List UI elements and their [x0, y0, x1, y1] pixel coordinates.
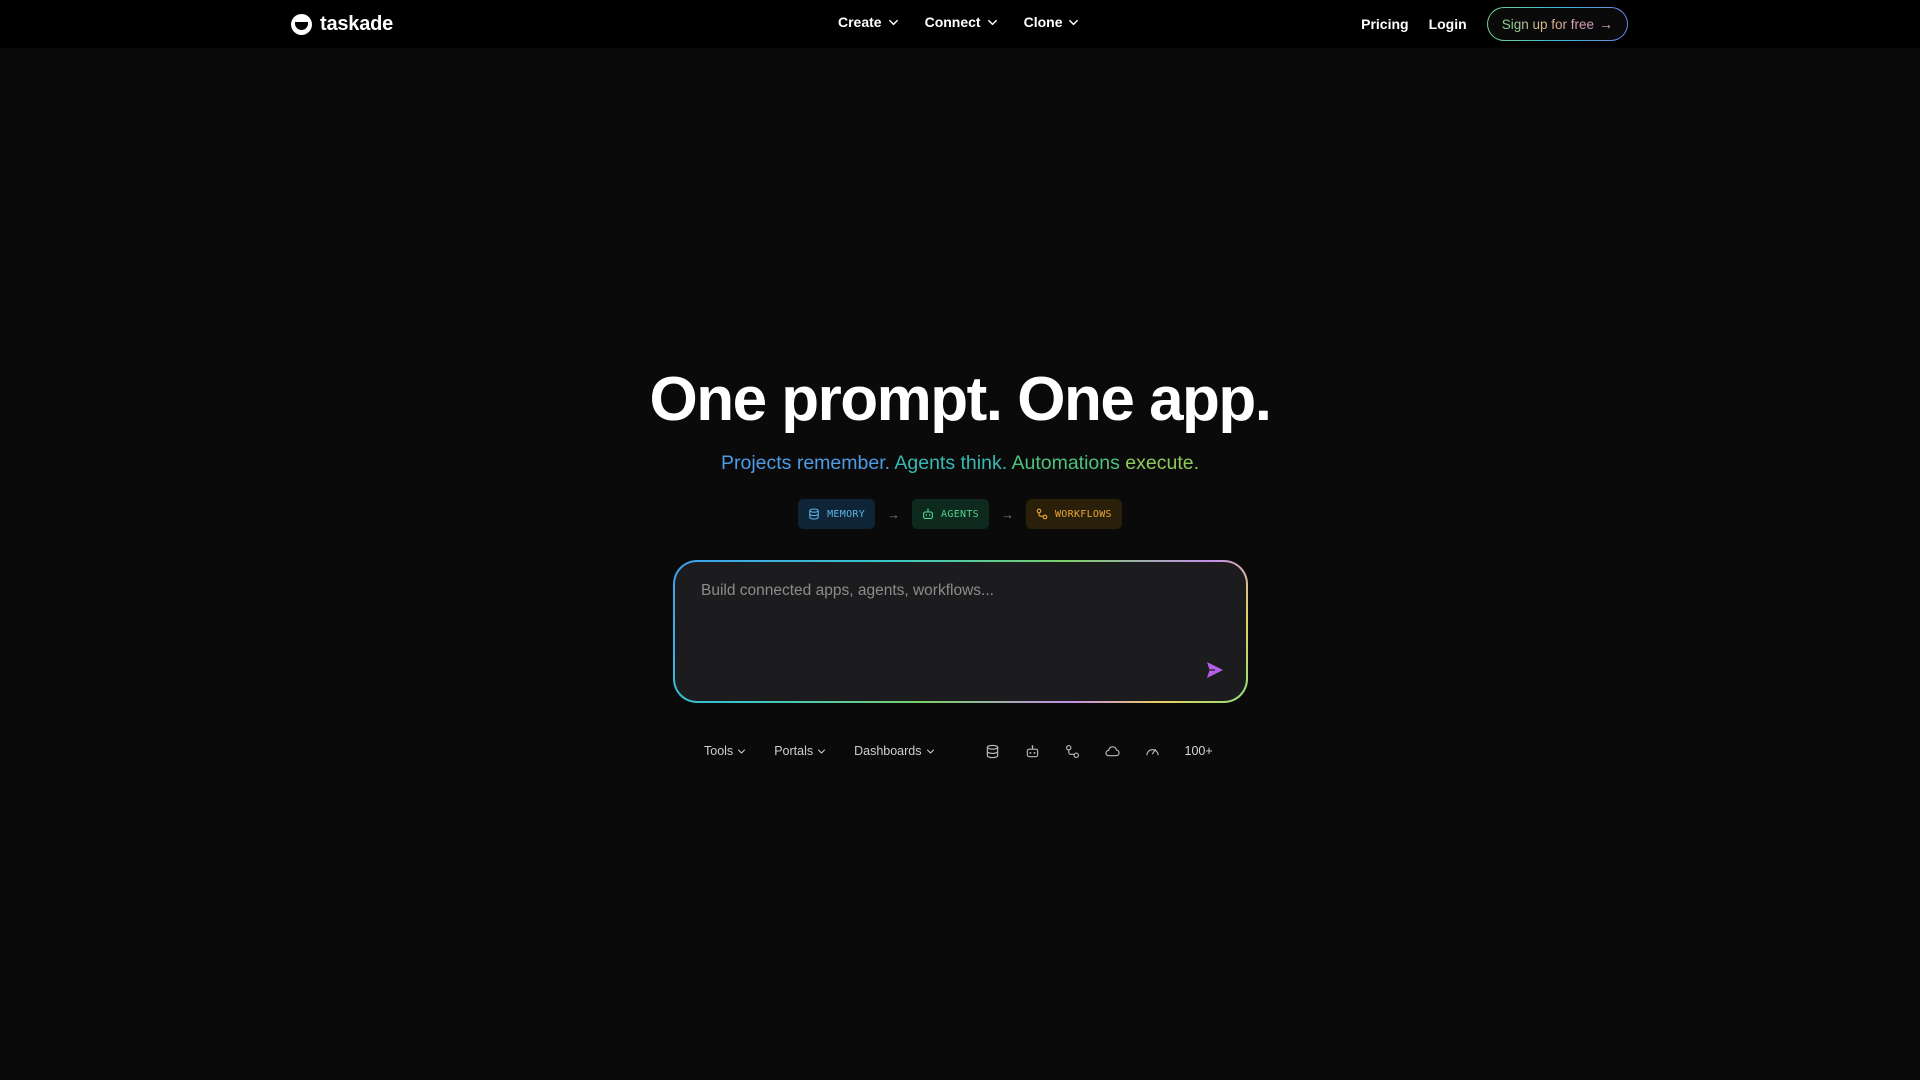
chevron-down-icon: [987, 19, 997, 25]
arrow-right-icon: →: [1000, 506, 1014, 522]
signup-label: Sign up for free: [1501, 16, 1594, 32]
main-menu: Create Connect Clone: [838, 14, 1079, 30]
prompt-toolbar: Tools Portals Dashboards 100+: [704, 740, 1213, 762]
subtitle-projects: Projects remember.: [720, 452, 891, 474]
arrow-right-icon: →: [887, 506, 901, 522]
dashboards-dropdown[interactable]: Dashboards: [854, 744, 934, 758]
agent-tool[interactable]: [1025, 743, 1041, 759]
taskade-logo[interactable]: taskade: [291, 12, 393, 36]
logo-text: taskade: [320, 12, 394, 35]
prompt-box: [673, 560, 1248, 703]
top-nav: taskade Create Connect Clone Pricing Log…: [0, 0, 1920, 48]
chevron-down-icon: [738, 748, 746, 754]
database-tool[interactable]: [985, 743, 1001, 759]
workflows-badge: WORKFLOWS: [1025, 499, 1122, 529]
taskade-logo-icon: [291, 13, 312, 35]
portals-label: Portals: [774, 744, 814, 758]
menu-connect[interactable]: Connect: [925, 14, 998, 30]
memory-label: MEMORY: [827, 508, 866, 520]
pipeline-badges: MEMORY → AGENTS → WORKFLOWS: [0, 499, 1920, 529]
hero-title: One prompt. One app.: [649, 365, 1272, 434]
workflow-icon: [1036, 508, 1048, 520]
menu-clone[interactable]: Clone: [1024, 14, 1080, 30]
agents-badge: AGENTS: [912, 499, 989, 529]
chevron-down-icon: [818, 748, 826, 754]
agents-label: AGENTS: [941, 508, 979, 520]
cloud-tool[interactable]: [1105, 743, 1121, 759]
workflows-label: WORKFLOWS: [1054, 508, 1112, 520]
arrow-right-icon: →: [1599, 16, 1613, 32]
menu-connect-label: Connect: [924, 14, 981, 30]
subtitle-automations: Automations: [1011, 452, 1120, 474]
robot-icon: [1026, 744, 1039, 757]
robot-icon: [923, 508, 933, 519]
cloud-icon: [1105, 745, 1120, 756]
pricing-link[interactable]: Pricing: [1361, 16, 1408, 32]
tools-dropdown[interactable]: Tools: [704, 744, 746, 758]
portals-dropdown[interactable]: Portals: [774, 744, 826, 758]
tool-icons: 100+: [985, 743, 1213, 759]
more-tools-button[interactable]: 100+: [1185, 744, 1213, 758]
workflow-icon: [1066, 744, 1079, 758]
send-button[interactable]: [1204, 659, 1226, 681]
gauge-tool[interactable]: [1145, 743, 1161, 759]
dashboards-label: Dashboards: [854, 744, 922, 758]
send-icon: [1207, 662, 1223, 678]
menu-create-label: Create: [838, 14, 882, 30]
database-icon: [986, 744, 999, 758]
menu-create[interactable]: Create: [838, 14, 899, 30]
chevron-down-icon: [888, 19, 898, 25]
chevron-down-icon: [926, 748, 934, 754]
menu-clone-label: Clone: [1023, 14, 1063, 30]
login-link[interactable]: Login: [1429, 16, 1467, 32]
database-icon: [809, 508, 819, 520]
memory-badge: MEMORY: [798, 499, 876, 529]
chevron-down-icon: [1069, 19, 1079, 25]
workflow-tool[interactable]: [1065, 743, 1081, 759]
hero-subtitle: Projects remember. Agents think. Automat…: [0, 452, 1920, 475]
nav-actions: Pricing Login Sign up for free →: [1361, 7, 1628, 41]
tools-label: Tools: [704, 744, 734, 758]
subtitle-agents: Agents think.: [894, 452, 1008, 474]
prompt-input[interactable]: [699, 580, 1199, 660]
subtitle-execute: execute.: [1125, 452, 1200, 474]
signup-button[interactable]: Sign up for free →: [1487, 7, 1628, 41]
gauge-icon: [1146, 748, 1159, 755]
